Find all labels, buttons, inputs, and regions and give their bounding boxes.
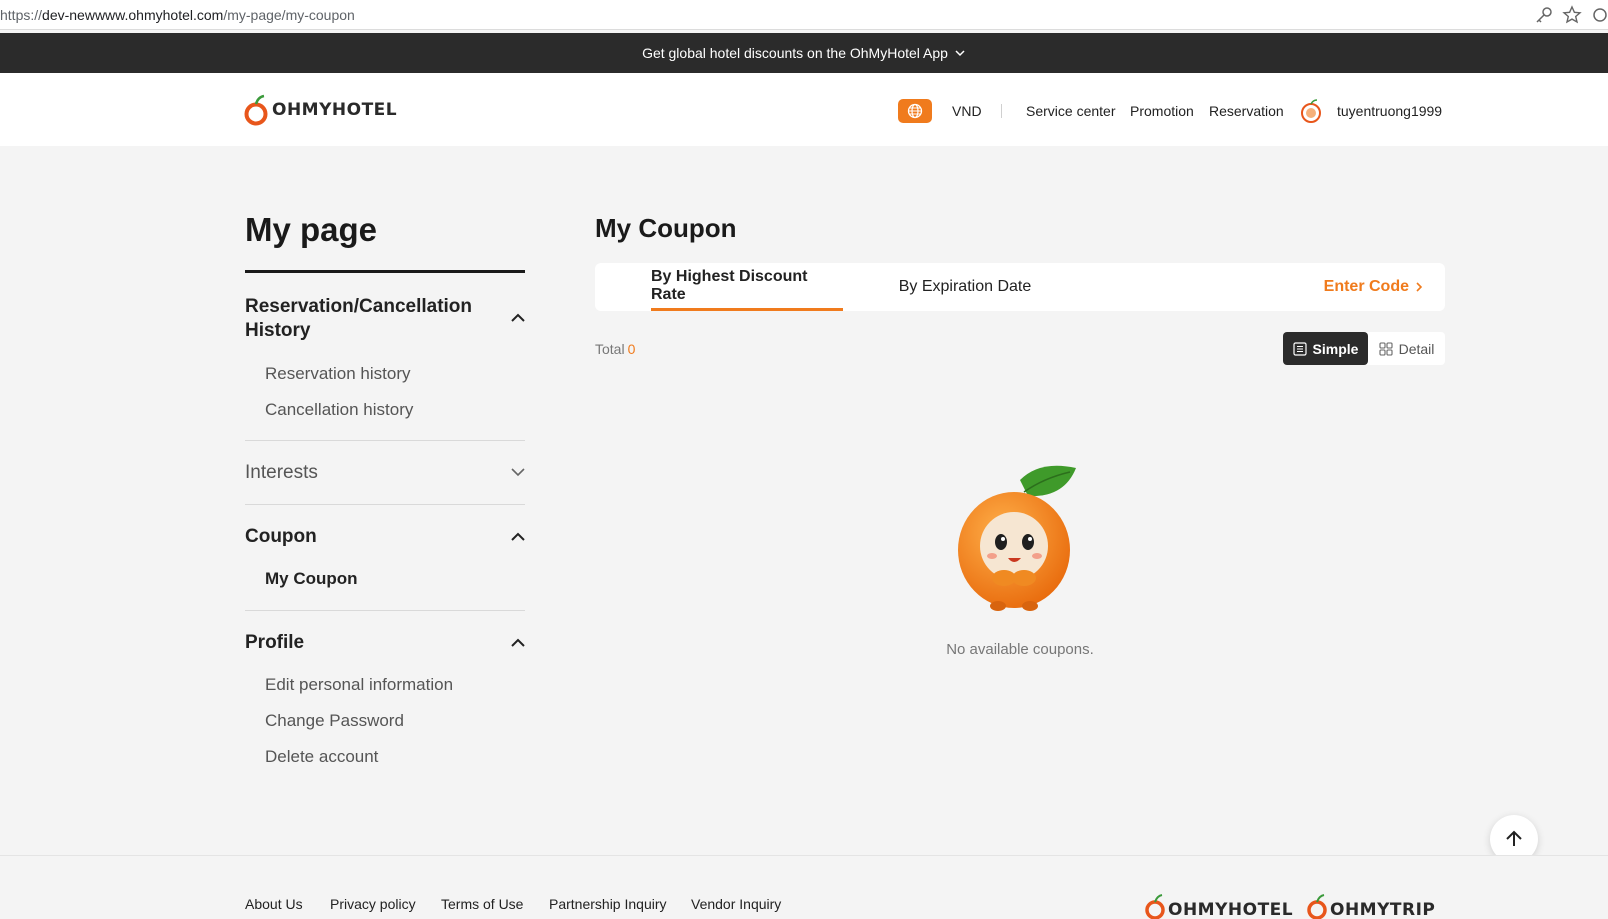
- view-simple-button[interactable]: Simple: [1283, 332, 1368, 365]
- chevron-up-icon[interactable]: [509, 634, 527, 652]
- logo-wordmark: OHMYHOTEL: [272, 100, 398, 120]
- footer-link-vendor-inquiry[interactable]: Vendor Inquiry: [691, 896, 781, 912]
- nav-divider: [1001, 104, 1002, 118]
- orange-logo-icon: [1145, 894, 1165, 919]
- enter-code-link[interactable]: Enter Code: [1324, 278, 1425, 296]
- sort-tabs: By Highest Discount Rate By Expiration D…: [595, 263, 1445, 311]
- language-button[interactable]: [898, 99, 932, 123]
- app-promo-banner[interactable]: Get global hotel discounts on the OhMyHo…: [0, 33, 1608, 73]
- globe-icon: [907, 103, 923, 119]
- list-icon: [1292, 341, 1307, 356]
- currency-selector[interactable]: VND: [952, 103, 982, 119]
- section-coupon[interactable]: Coupon: [245, 525, 317, 549]
- extension-icon[interactable]: [1590, 5, 1608, 25]
- empty-state-message: No available coupons.: [946, 641, 1094, 658]
- url-text[interactable]: https://dev-newwww.ohmyhotel.com/my-page…: [0, 7, 355, 23]
- chevron-up-icon[interactable]: [509, 309, 527, 327]
- user-avatar-icon[interactable]: [1298, 98, 1324, 124]
- footer-link-about-us[interactable]: About Us: [245, 896, 303, 912]
- view-detail-button[interactable]: Detail: [1368, 332, 1445, 365]
- footer-link-partnership-inquiry[interactable]: Partnership Inquiry: [549, 896, 667, 912]
- nav-service-center[interactable]: Service center: [1026, 103, 1115, 119]
- section-divider: [245, 504, 525, 505]
- section-profile[interactable]: Profile: [245, 631, 304, 655]
- nav-promotion[interactable]: Promotion: [1130, 103, 1194, 119]
- sidebar-item-change-password[interactable]: Change Password: [265, 711, 404, 731]
- chevron-right-icon: [1416, 282, 1423, 292]
- tab-highest-discount[interactable]: By Highest Discount Rate: [651, 263, 843, 311]
- tab-expiration-date[interactable]: By Expiration Date: [891, 263, 1039, 311]
- section-divider: [245, 610, 525, 611]
- total-count: Total 0: [595, 341, 636, 357]
- section-reservation-history[interactable]: Reservation/Cancellation History: [245, 295, 472, 343]
- grid-icon: [1379, 341, 1393, 356]
- ohmyhotel-logo[interactable]: OHMYHOTEL: [244, 93, 397, 127]
- footer-link-terms-of-use[interactable]: Terms of Use: [441, 896, 523, 912]
- orange-logo-icon: [244, 94, 268, 126]
- star-icon[interactable]: [1562, 5, 1582, 25]
- orange-mascot-image: [958, 465, 1076, 611]
- sidebar-item-reservation-history[interactable]: Reservation history: [265, 364, 411, 384]
- sidebar-item-edit-personal-information[interactable]: Edit personal information: [265, 675, 453, 695]
- section-divider: [245, 440, 525, 441]
- username-link[interactable]: tuyentruong1999: [1337, 103, 1442, 119]
- key-icon[interactable]: [1534, 5, 1554, 25]
- view-toggle: Simple Detail: [1283, 332, 1445, 365]
- footer-link-privacy-policy[interactable]: Privacy policy: [330, 896, 416, 912]
- title-underline: [245, 270, 525, 273]
- chevron-down-icon[interactable]: [509, 463, 527, 481]
- promo-text: Get global hotel discounts on the OhMyHo…: [642, 45, 948, 61]
- chevron-down-icon: [955, 50, 965, 57]
- sidebar-item-my-coupon[interactable]: My Coupon: [265, 569, 358, 589]
- site-footer: About Us Privacy policy Terms of Use Par…: [0, 855, 1608, 919]
- arrow-up-icon: [1506, 830, 1522, 846]
- main-title: My Coupon: [595, 213, 737, 243]
- site-header: OHMYHOTEL VND Service center Promotion R…: [0, 73, 1608, 146]
- footer-ohmytrip-logo[interactable]: OHMYTRIP: [1306, 894, 1435, 919]
- sidebar-item-cancellation-history[interactable]: Cancellation history: [265, 400, 413, 420]
- chevron-up-icon[interactable]: [509, 528, 527, 546]
- orange-logo-icon: [1307, 894, 1327, 919]
- section-interests[interactable]: Interests: [245, 461, 318, 485]
- footer-ohmyhotel-logo[interactable]: OHMYHOTEL: [1144, 894, 1293, 919]
- nav-reservation[interactable]: Reservation: [1209, 103, 1284, 119]
- sidebar-item-delete-account[interactable]: Delete account: [265, 747, 378, 767]
- page-title: My page: [245, 211, 378, 248]
- browser-url-bar[interactable]: https://dev-newwww.ohmyhotel.com/my-page…: [0, 0, 1608, 30]
